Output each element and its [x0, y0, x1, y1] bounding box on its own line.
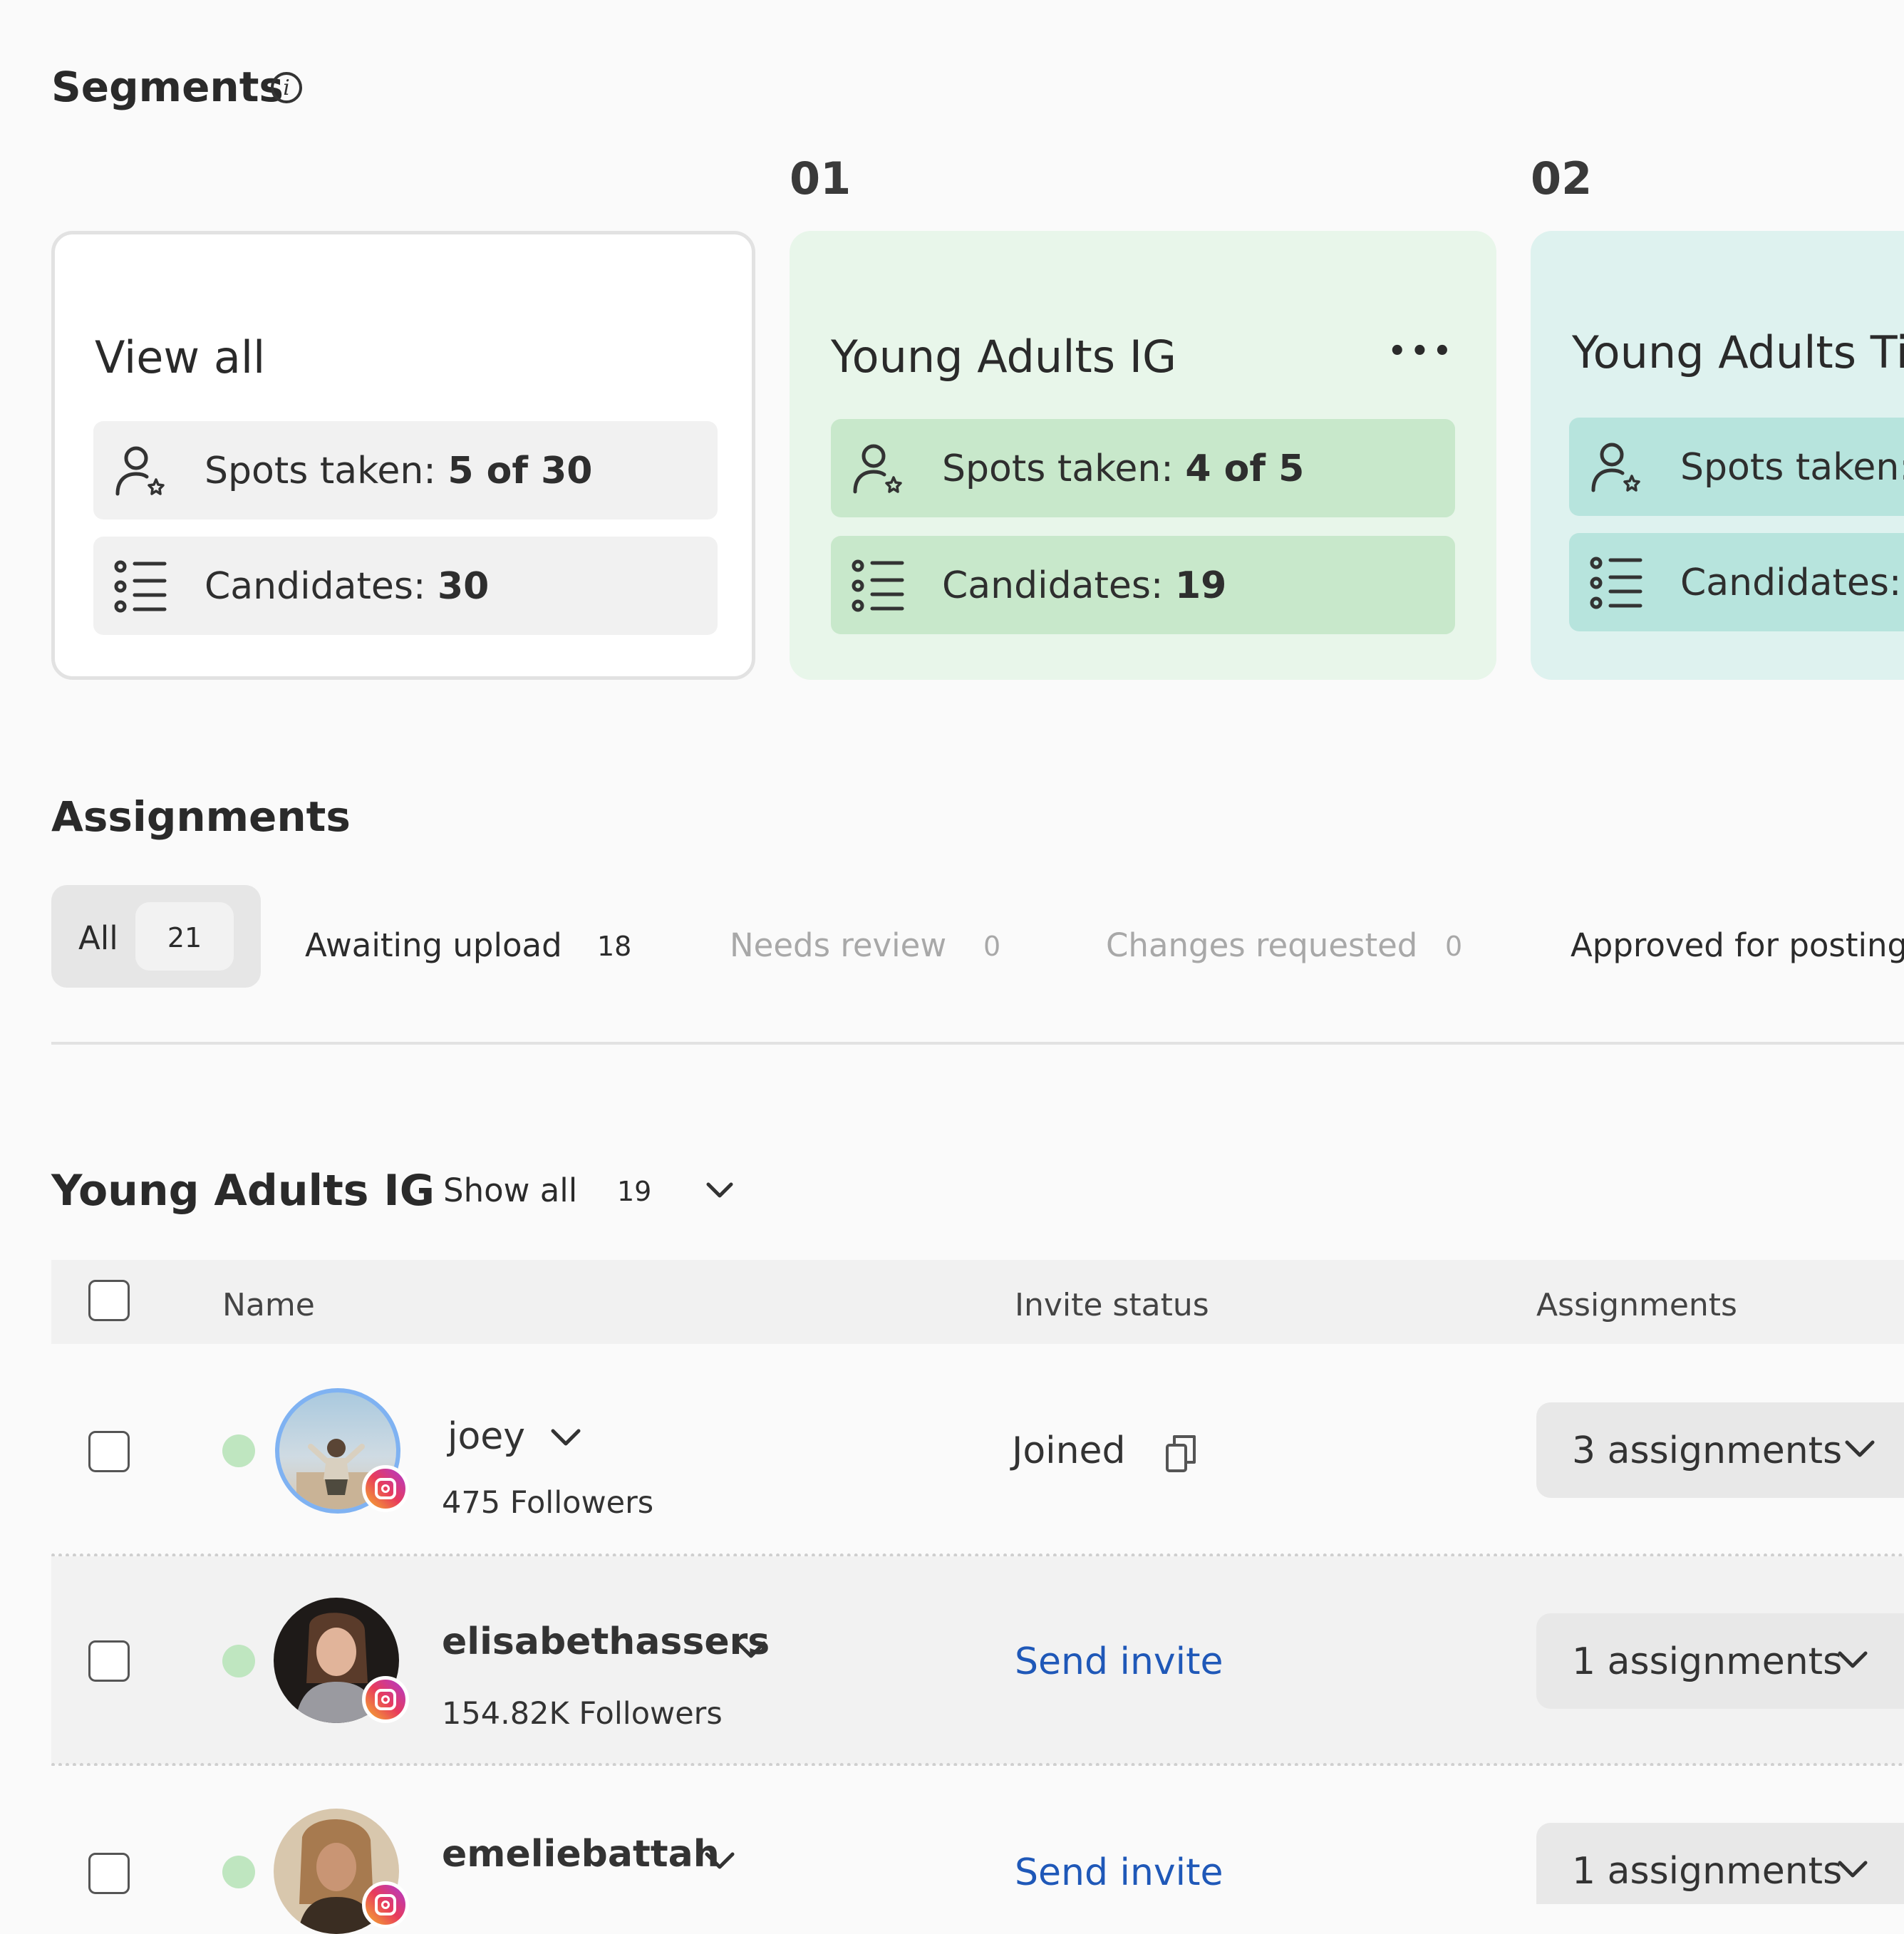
tab-awaiting-upload[interactable]: Awaiting upload	[305, 926, 562, 964]
row-checkbox[interactable]	[88, 1431, 130, 1472]
candidates-stat: Candidates: 19	[831, 536, 1455, 634]
online-status-dot	[222, 1434, 255, 1467]
list-icon	[1590, 557, 1642, 609]
user-star-icon	[115, 446, 165, 496]
assignments-title: Assignments	[51, 792, 351, 841]
tab-count: 18	[597, 931, 632, 962]
assignments-dropdown[interactable]: 1 assignments	[1536, 1823, 1904, 1904]
spots-taken-label: Spots taken:	[205, 450, 436, 492]
assignments-dropdown-label: 1 assignments	[1572, 1850, 1843, 1893]
copy-icon[interactable]	[1164, 1434, 1197, 1474]
instagram-icon	[362, 1676, 409, 1723]
candidates-value: 19	[1174, 564, 1227, 607]
group-title: Young Adults IG	[51, 1166, 435, 1216]
spots-taken-value: 5 of 30	[447, 450, 593, 492]
chevron-down-icon[interactable]	[734, 1638, 768, 1663]
tab-all[interactable]: All 21	[51, 885, 261, 988]
info-icon[interactable]: i	[271, 72, 302, 103]
chevron-down-icon	[1845, 1440, 1875, 1457]
candidates-label: Candidates:	[942, 564, 1164, 607]
username[interactable]: elisabethassers	[442, 1620, 770, 1663]
chevron-down-icon	[1838, 1651, 1868, 1668]
assignments-dropdown-label: 1 assignments	[1572, 1640, 1843, 1683]
candidates-label: Candidates:	[205, 565, 426, 608]
segment-card-view-all[interactable]: View all Spots taken: 5 of 30 Candidates…	[51, 231, 755, 680]
invite-status: Joined	[1012, 1429, 1126, 1472]
row-checkbox[interactable]	[88, 1853, 130, 1894]
segment-number-01: 01	[790, 152, 852, 205]
chevron-down-icon	[1838, 1861, 1868, 1878]
tab-changes-requested[interactable]: Changes requested	[1106, 926, 1417, 964]
segment-card-young-adults-tiktok[interactable]: Young Adults TikTok Spots taken: 6 Candi…	[1531, 231, 1904, 680]
followers-count: 154.82K Followers	[442, 1696, 723, 1732]
candidates-value: 30	[437, 565, 490, 608]
list-icon	[114, 560, 167, 613]
row-checkbox[interactable]	[88, 1640, 130, 1682]
spots-taken-stat: Spots taken: 4 of 5	[831, 419, 1455, 517]
user-star-icon	[853, 444, 902, 494]
spots-taken-stat: Spots taken: 6	[1569, 418, 1904, 516]
tab-count: 0	[1445, 931, 1463, 962]
user-star-icon	[1591, 443, 1640, 492]
username[interactable]: joey	[447, 1415, 525, 1458]
instagram-icon	[362, 1881, 409, 1928]
tab-needs-review[interactable]: Needs review	[730, 926, 946, 964]
segment-card-title: View all	[95, 331, 266, 383]
column-header-assignments[interactable]: Assignments	[1536, 1287, 1737, 1323]
segments-title: Segments	[51, 63, 284, 111]
chevron-down-icon[interactable]	[549, 1425, 583, 1451]
instagram-icon	[362, 1465, 409, 1512]
candidates-stat: Candidates: 7	[1569, 533, 1904, 631]
send-invite-link[interactable]: Send invite	[1015, 1851, 1223, 1894]
segment-number-02: 02	[1531, 152, 1593, 205]
followers-count: 475 Followers	[442, 1485, 654, 1521]
assignments-dropdown-label: 3 assignments	[1572, 1429, 1843, 1472]
segment-card-title: Young Adults TikTok	[1572, 326, 1904, 378]
column-header-name[interactable]: Name	[222, 1287, 315, 1323]
more-options-icon[interactable]: •••	[1388, 335, 1456, 368]
assignments-dropdown[interactable]: 3 assignments	[1536, 1402, 1904, 1498]
chevron-down-icon[interactable]	[703, 1848, 737, 1874]
select-all-checkbox[interactable]	[88, 1280, 130, 1321]
candidates-label: Candidates:	[1680, 562, 1902, 604]
chevron-down-icon[interactable]	[704, 1179, 735, 1203]
online-status-dot	[222, 1856, 255, 1888]
spots-taken-stat: Spots taken: 5 of 30	[93, 421, 718, 519]
spots-taken-value: 4 of 5	[1185, 448, 1305, 490]
tab-count: 0	[983, 931, 1001, 962]
column-header-invite-status[interactable]: Invite status	[1015, 1287, 1209, 1323]
tab-label: All	[78, 919, 118, 957]
segment-card-young-adults-ig[interactable]: Young Adults IG ••• Spots taken: 4 of 5 …	[790, 231, 1496, 680]
online-status-dot	[222, 1645, 255, 1677]
send-invite-link[interactable]: Send invite	[1015, 1640, 1223, 1683]
segment-card-title: Young Adults IG	[831, 331, 1177, 383]
spots-taken-label: Spots taken:	[942, 448, 1174, 490]
username[interactable]: emeliebattah	[442, 1833, 720, 1876]
tabs-divider	[51, 1042, 1904, 1045]
candidates-stat: Candidates: 30	[93, 537, 718, 635]
tab-count: 21	[167, 922, 202, 953]
show-all-count: 19	[617, 1176, 652, 1207]
tab-approved-for-posting[interactable]: Approved for posting	[1571, 926, 1904, 964]
tab-count-badge: 21	[135, 902, 234, 971]
list-icon	[852, 559, 904, 612]
show-all-label[interactable]: Show all	[443, 1172, 577, 1209]
assignments-dropdown[interactable]: 1 assignments	[1536, 1613, 1904, 1709]
spots-taken-label: Spots taken:	[1680, 446, 1904, 489]
